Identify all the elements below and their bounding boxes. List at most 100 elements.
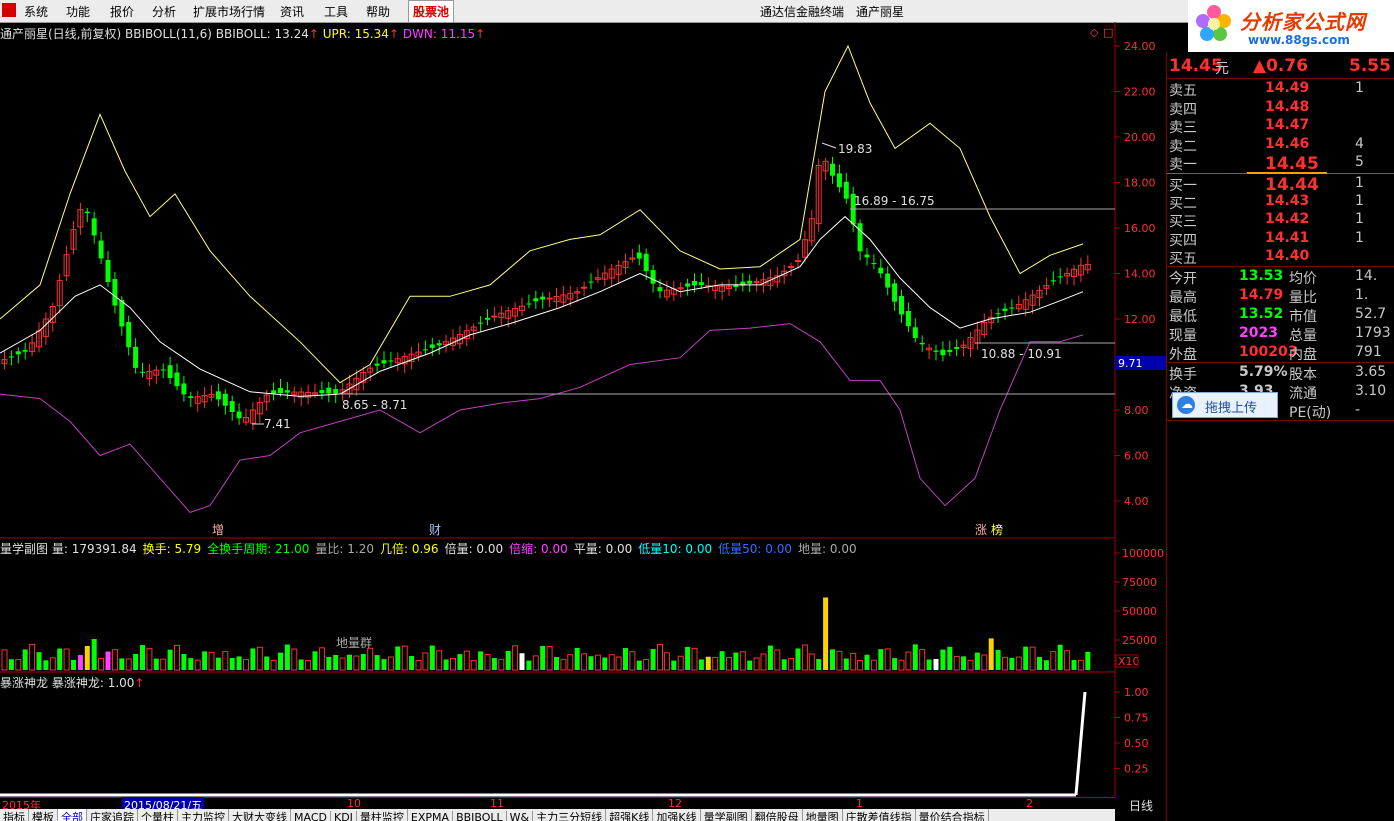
volume-bar-up (788, 658, 795, 671)
upload-button[interactable]: ☁ 拖拽上传 (1172, 392, 1278, 418)
volume-bar (636, 660, 642, 670)
tab-7[interactable]: MACD (291, 811, 331, 821)
volume-bar-up (594, 654, 601, 671)
tab-3[interactable]: 庄家追踪 (87, 809, 138, 821)
stat-label: 换手 (1169, 367, 1197, 383)
candle-body-up (795, 260, 801, 263)
tab-15[interactable]: 加强K线 (653, 809, 701, 821)
tab-19[interactable]: 庄散差值线指 (843, 809, 916, 821)
volume-bar-up (415, 660, 422, 671)
candle-body-down (836, 173, 842, 188)
volume-bar-up (663, 652, 670, 671)
volume-bar-up (981, 654, 988, 671)
tab-18[interactable]: 地量图 (803, 809, 843, 821)
stat-label-2: 市值 (1289, 309, 1317, 325)
candle-body-down (747, 280, 753, 284)
volume-bar (57, 648, 63, 670)
volume-bar-up (49, 657, 56, 671)
candle-body-down (912, 327, 918, 338)
tab-6[interactable]: 大财大变线 (229, 809, 291, 821)
volume-bar (947, 646, 953, 670)
volume-bar (554, 657, 559, 670)
volume-bar-up (174, 644, 180, 671)
tab-14[interactable]: 超强K线 (606, 809, 654, 821)
candle-body-down (526, 303, 532, 305)
volume-bar (974, 652, 980, 670)
volume-bar (1085, 651, 1091, 670)
volume-stat-1: 换手: 5.79 (142, 542, 202, 556)
quote-change: ▲0.76 (1253, 56, 1309, 76)
y-tick-label: 20.00 (1124, 131, 1156, 144)
volume-stat-2: 全换手周期: 21.00 (207, 542, 310, 556)
volume-bar (795, 648, 801, 670)
diamond-icon[interactable]: ◇ (1090, 26, 1099, 39)
volume-bar (491, 658, 497, 670)
tab-5[interactable]: 主力监控 (178, 809, 229, 821)
volume-bar-up (657, 644, 663, 671)
volume-bar (830, 649, 835, 670)
candle-body-down (540, 296, 546, 300)
tab-20[interactable]: 量价结合指标 (916, 809, 989, 821)
volume-bar-up (712, 657, 719, 671)
volume-bar (395, 646, 401, 670)
volume-bar (181, 653, 187, 670)
volume-bar (326, 656, 332, 670)
quote-price-unit: 元 (1215, 61, 1229, 77)
tab-13[interactable]: 主力三分短线 (533, 809, 607, 821)
quote-row-volume: 1 (1355, 211, 1364, 228)
volume-tick-label: 75000 (1122, 576, 1157, 589)
quote-row-volume: 1 (1355, 175, 1364, 191)
volume-bar-up (98, 657, 105, 671)
candle-body-down (112, 279, 118, 306)
tab-10[interactable]: EXPMA (408, 811, 454, 821)
volume-bar (264, 656, 270, 670)
tab-8[interactable]: KDJ (331, 811, 357, 821)
volume-bar (84, 645, 90, 670)
volume-bar-up (367, 647, 374, 671)
stat-label: 最低 (1169, 309, 1197, 325)
volume-bar (864, 654, 870, 670)
volume-bar (119, 658, 125, 670)
period-label[interactable]: 日线 (1116, 797, 1166, 813)
ind3-line-spike (1074, 691, 1087, 796)
quote-row-volume: 1 (1355, 229, 1364, 246)
candle-body-down (1009, 307, 1015, 309)
candle-body-down (940, 349, 946, 356)
candle-body-down (954, 347, 960, 349)
tab-2[interactable]: 全部 (58, 809, 87, 821)
volume-bar-up (512, 645, 519, 671)
candle-body-down (167, 365, 173, 379)
tab-12[interactable]: W& (507, 811, 534, 821)
volume-bar-up (808, 653, 815, 671)
stat-value: 14.79 (1239, 287, 1284, 303)
volume-bar (940, 649, 946, 670)
candle-body-down (333, 388, 339, 394)
volume-bar-up (608, 654, 615, 671)
candle-body-down (636, 252, 642, 259)
volume-bar-up (270, 660, 277, 671)
mark-zhang: 涨 (975, 522, 987, 537)
tab-17[interactable]: 翻倍股母 (752, 809, 803, 821)
quote-row-price: 14.43 (1265, 193, 1310, 210)
volume-bar (1043, 660, 1049, 670)
candle-body-down (933, 350, 939, 352)
tab-4[interactable]: 个量柱 (138, 809, 178, 821)
candle-body-down (229, 401, 235, 413)
candle-body-down (864, 254, 870, 258)
stat-label-2: 量比 (1289, 290, 1317, 306)
ind3-tick-label: 0.25 (1124, 763, 1149, 776)
volume-bar (236, 656, 242, 670)
tab-1[interactable]: 模板 (29, 809, 58, 821)
volume-bar-up (567, 654, 574, 671)
volume-bar (892, 658, 898, 670)
volume-bar-up (953, 655, 960, 671)
tab-0[interactable]: 指标 (0, 809, 29, 821)
tab-9[interactable]: 量柱监控 (357, 809, 408, 821)
volume-bar-up (498, 658, 505, 671)
volume-bar-up (919, 649, 926, 671)
tab-11[interactable]: BBIBOLL (453, 811, 507, 821)
tab-16[interactable]: 量学副图 (701, 809, 752, 821)
close-icon[interactable]: □ (1103, 26, 1113, 39)
volume-bar-up (532, 655, 539, 671)
y-tick-label: 18.00 (1124, 177, 1156, 190)
